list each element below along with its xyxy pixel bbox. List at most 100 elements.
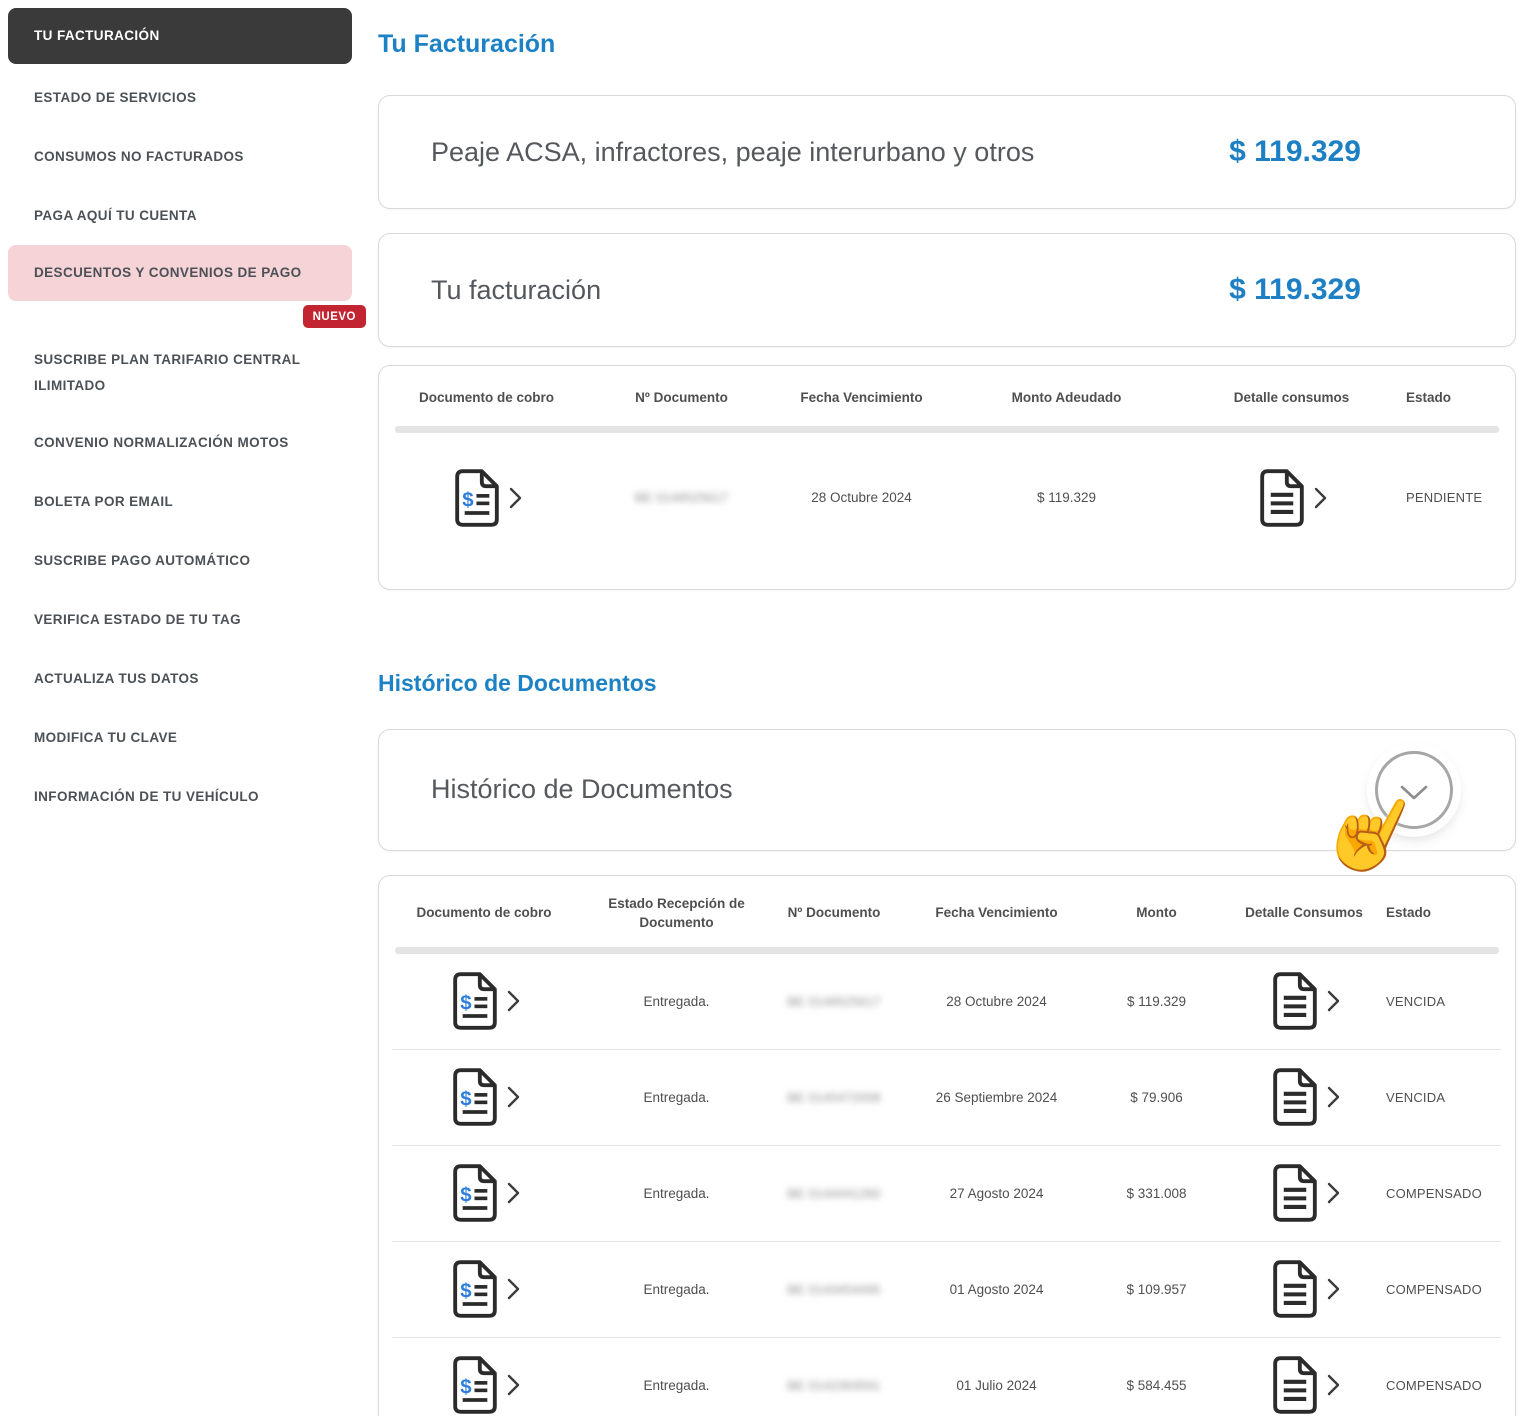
sidebar-item-label: TU FACTURACIÓN — [34, 28, 160, 44]
consumption-detail-link[interactable] — [1179, 468, 1404, 528]
table-row: Entregada. BE 0143454495 01 Agosto 2024 … — [379, 1242, 1515, 1337]
sidebar-item-label: ESTADO DE SERVICIOS — [34, 89, 197, 105]
document-dollar-icon — [452, 1164, 497, 1222]
document-lines-icon — [1269, 1163, 1321, 1223]
sidebar-item-convenio-normalizacion-motos[interactable]: CONVENIO NORMALIZACIÓN MOTOS — [8, 413, 352, 472]
sidebar-item-label: CONSUMOS NO FACTURADOS — [34, 148, 244, 164]
nuevo-badge-row: NUEVO — [8, 305, 366, 333]
status-badge: VENCIDA — [1386, 993, 1446, 1009]
column-header: Nº Documento — [635, 390, 728, 405]
page-title: Tu Facturación — [378, 30, 556, 58]
summary-card-amount: $ 119.329 — [1229, 273, 1361, 306]
chevron-right-icon — [1327, 1182, 1339, 1204]
consumption-detail-link[interactable] — [1224, 1355, 1384, 1415]
history-panel-title: Histórico de Documentos — [431, 774, 733, 805]
document-lines-icon — [1269, 1355, 1321, 1415]
status-badge: VENCIDA — [1386, 1089, 1446, 1105]
reception-status: Entregada. — [643, 1281, 710, 1297]
sidebar-item-descuentos-convenios[interactable]: DESCUENTOS Y CONVENIOS DE PAGO — [8, 245, 352, 301]
table-divider — [395, 946, 1499, 954]
billing-document-link[interactable] — [379, 468, 594, 528]
column-header: Estado — [1386, 905, 1432, 921]
sidebar-item-modifica-tu-clave[interactable]: MODIFICA TU CLAVE — [8, 708, 352, 767]
chevron-right-icon — [1327, 1278, 1339, 1300]
chevron-right-icon — [509, 487, 522, 508]
document-number-redacted: BE 0142393591 — [787, 1377, 881, 1393]
billing-document-link[interactable] — [379, 1163, 589, 1223]
document-number-redacted: BE 0145472008 — [787, 1089, 881, 1105]
status-badge: COMPENSADO — [1386, 1281, 1482, 1297]
sidebar-item-verifica-estado-tag[interactable]: VERIFICA ESTADO DE TU TAG — [8, 590, 352, 649]
column-header: Estado — [1406, 390, 1452, 405]
sidebar-item-label: INFORMACIÓN DE TU VEHÍCULO — [34, 788, 259, 804]
sidebar-item-label: PAGA AQUÍ TU CUENTA — [34, 207, 197, 223]
table-divider — [395, 425, 1499, 433]
history-table-header: Documento de cobro Estado Recepción de D… — [379, 892, 1515, 935]
document-dollar-icon — [452, 1068, 497, 1126]
chevron-right-icon — [507, 1182, 519, 1204]
sidebar-item-suscribe-pago-automatico[interactable]: SUSCRIBE PAGO AUTOMÁTICO — [8, 531, 352, 590]
sidebar-item-boleta-por-email[interactable]: BOLETA POR EMAIL — [8, 472, 352, 531]
status-badge: PENDIENTE — [1406, 490, 1483, 506]
main-content: Tu Facturación Peaje ACSA, infractores, … — [360, 0, 1540, 1416]
document-lines-icon — [1269, 1067, 1321, 1127]
document-number-redacted: BE 0144441260 — [787, 1185, 881, 1201]
document-dollar-icon — [455, 468, 499, 527]
amount: $ 79.906 — [1130, 1089, 1183, 1105]
document-lines-icon — [1256, 468, 1308, 528]
consumption-detail-link[interactable] — [1224, 1163, 1384, 1223]
column-header: Detalle Consumos — [1245, 905, 1363, 921]
sidebar-item-actualiza-tus-datos[interactable]: ACTUALIZA TUS DATOS — [8, 649, 352, 708]
reception-status: Entregada. — [643, 1377, 710, 1393]
sidebar-item-tu-facturacion[interactable]: TU FACTURACIÓN — [8, 8, 352, 64]
status-badge: COMPENSADO — [1386, 1377, 1482, 1393]
document-number-redacted: BE 0149525617 — [634, 490, 729, 506]
consumption-detail-link[interactable] — [1224, 1259, 1384, 1319]
sidebar-item-estado-de-servicios[interactable]: ESTADO DE SERVICIOS — [8, 68, 352, 127]
due-date: 01 Agosto 2024 — [949, 1281, 1044, 1297]
due-date: 01 Julio 2024 — [956, 1377, 1037, 1393]
column-header: Documento de cobro — [416, 905, 552, 921]
sidebar: TU FACTURACIÓN ESTADO DE SERVICIOS CONSU… — [0, 0, 366, 1416]
document-lines-icon — [1269, 971, 1321, 1031]
amount: $ 331.008 — [1126, 1185, 1187, 1201]
status-badge: COMPENSADO — [1386, 1185, 1482, 1201]
sidebar-item-label: SUSCRIBE PLAN TARIFARIO CENTRAL ILIMITAD… — [34, 352, 301, 393]
consumption-detail-link[interactable] — [1224, 1067, 1384, 1127]
sidebar-item-consumos-no-facturados[interactable]: CONSUMOS NO FACTURADOS — [8, 127, 352, 186]
billing-document-link[interactable] — [379, 1067, 589, 1127]
chevron-right-icon — [1314, 487, 1327, 508]
chevron-down-icon — [1400, 785, 1428, 799]
document-lines-icon — [1269, 1259, 1321, 1319]
consumption-detail-link[interactable] — [1224, 971, 1384, 1031]
sidebar-item-informacion-vehiculo[interactable]: INFORMACIÓN DE TU VEHÍCULO — [8, 767, 352, 826]
column-header: Estado Recepción de Documento — [608, 895, 745, 931]
chevron-right-icon — [507, 1374, 519, 1396]
summary-card-label: Tu facturación — [431, 274, 602, 305]
column-header: Fecha Vencimiento — [800, 390, 923, 405]
amount: $ 119.329 — [1126, 993, 1187, 1009]
document-dollar-icon — [452, 1260, 497, 1318]
table-row: BE 0149525617 28 Octubre 2024 $ 119.329 … — [379, 433, 1515, 563]
chevron-right-icon — [1327, 990, 1339, 1012]
chevron-right-icon — [507, 990, 519, 1012]
billing-document-link[interactable] — [379, 1259, 589, 1319]
billing-table-card: Documento de cobro Nº Documento Fecha Ve… — [378, 365, 1516, 590]
billing-document-link[interactable] — [379, 971, 589, 1031]
history-panel-header[interactable]: Histórico de Documentos ☝ — [378, 728, 1516, 891]
table-row: Entregada. BE 0142393591 01 Julio 2024 $… — [379, 1338, 1515, 1416]
table-row: Entregada. BE 0145472008 26 Septiembre 2… — [379, 1050, 1515, 1145]
sidebar-item-label: VERIFICA ESTADO DE TU TAG — [34, 611, 242, 627]
chevron-right-icon — [507, 1086, 519, 1108]
chevron-right-icon — [1327, 1374, 1339, 1396]
expand-history-button[interactable] — [1375, 750, 1453, 829]
amount: $ 109.957 — [1126, 1281, 1187, 1297]
document-number-redacted: BE 0149525617 — [787, 993, 881, 1009]
column-header: Documento de cobro — [418, 390, 554, 405]
sidebar-item-suscribe-plan-tarifario[interactable]: SUSCRIBE PLAN TARIFARIO CENTRAL ILIMITAD… — [8, 333, 352, 413]
sidebar-item-label: DESCUENTOS Y CONVENIOS DE PAGO — [34, 265, 302, 281]
billing-table-header: Documento de cobro Nº Documento Fecha Ve… — [379, 386, 1515, 410]
billing-document-link[interactable] — [379, 1355, 589, 1415]
history-table-card: Documento de cobro Estado Recepción de D… — [378, 874, 1516, 1416]
sidebar-item-paga-aqui-tu-cuenta[interactable]: PAGA AQUÍ TU CUENTA — [8, 186, 352, 245]
